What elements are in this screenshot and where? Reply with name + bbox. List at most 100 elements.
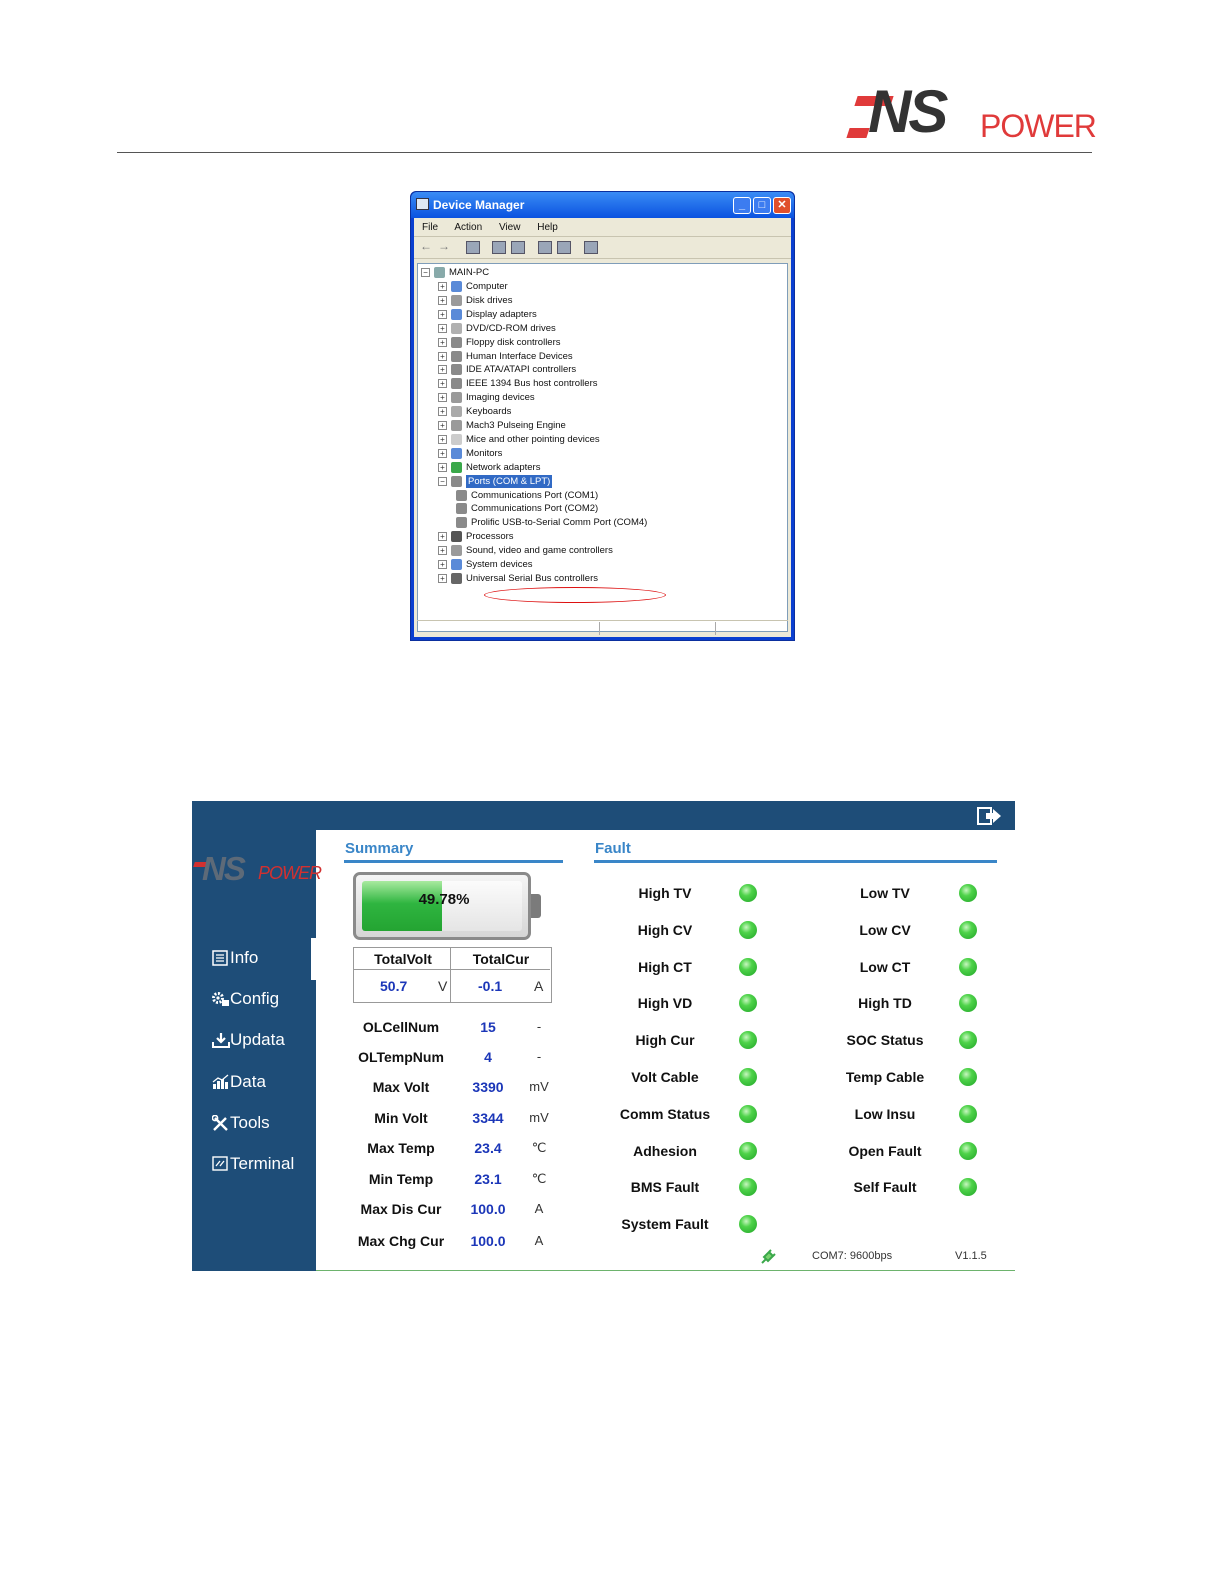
fault-label: SOC Status: [846, 1032, 924, 1049]
nav-item-label: Config: [230, 989, 280, 1008]
expand-icon[interactable]: +: [438, 532, 447, 542]
collapse-icon[interactable]: −: [438, 476, 447, 486]
summary-underline: [344, 860, 563, 863]
fault-indicator: Low Insu: [815, 1103, 985, 1125]
tree-item-label: DVD/CD-ROM drives: [466, 322, 556, 334]
close-button[interactable]: ✕: [773, 197, 791, 214]
status-bar: [417, 620, 788, 635]
device-icon: [456, 489, 467, 501]
exit-icon[interactable]: [977, 806, 1003, 826]
summary-row: OLCellNum 15 -: [347, 1017, 567, 1037]
status-led-icon: [739, 994, 757, 1013]
summary-label: Max Chg Cur: [357, 1233, 445, 1249]
nav-item-updata[interactable]: Updata: [210, 1027, 316, 1053]
summary-unit: ℃: [531, 1171, 547, 1186]
total-cur-value: -0.1: [478, 978, 503, 994]
nav-item-label: Data: [230, 1072, 266, 1091]
nav-item-label: Terminal: [230, 1154, 295, 1173]
back-arrow-icon[interactable]: ←: [420, 239, 432, 253]
expand-icon[interactable]: +: [438, 448, 447, 458]
logo-sub-text: POWER: [980, 108, 1097, 144]
nav-item-tools[interactable]: Tools: [210, 1110, 316, 1136]
fault-indicator: Low CV: [815, 919, 985, 941]
sidebar-logo: NS POWER: [192, 850, 322, 887]
nav-item-config[interactable]: Config: [210, 986, 316, 1012]
summary-unit: -: [536, 1049, 542, 1064]
tree-item-label: Mice and other pointing devices: [466, 433, 600, 445]
tree-item-label: Computer: [466, 281, 508, 292]
total-volt-value: 50.7: [380, 978, 408, 994]
expand-icon[interactable]: +: [438, 560, 447, 569]
tree-item-label: Processors: [466, 531, 514, 543]
status-led-icon: [959, 1141, 977, 1160]
nav-item-info[interactable]: Info: [210, 945, 316, 971]
device-manager-titlebar[interactable]: Device Manager _ □ ✕: [411, 192, 794, 218]
summary-value: 100.0: [470, 1201, 506, 1217]
properties-icon[interactable]: [492, 241, 506, 254]
maximize-button[interactable]: □: [753, 197, 771, 214]
menu-view[interactable]: View: [499, 222, 521, 233]
menu-file[interactable]: File: [422, 222, 438, 233]
fault-indicator: Volt Cable: [595, 1066, 765, 1088]
device-icon: [451, 531, 462, 543]
print-icon[interactable]: [511, 241, 525, 254]
total-cur-unit: A: [534, 978, 544, 994]
forward-arrow-icon[interactable]: →: [438, 239, 450, 253]
device-icon: [451, 308, 462, 320]
device-icon: [451, 420, 462, 431]
menu-action[interactable]: Action: [454, 222, 482, 233]
total-table: TotalVolt TotalCur 50.7 V -0.1 A: [353, 947, 552, 1003]
fault-indicator: System Fault: [595, 1213, 765, 1235]
device-icon: [451, 322, 462, 334]
menu-help[interactable]: Help: [537, 222, 558, 233]
total-volt-unit: V: [438, 978, 448, 994]
device-manager-title: Device Manager: [433, 198, 525, 212]
summary-row: Max Dis Cur 100.0 A: [347, 1199, 567, 1219]
summary-row: Max Temp 23.4 ℃: [347, 1138, 567, 1158]
fault-label: High Cur: [635, 1032, 695, 1049]
total-volt-header: TotalVolt: [354, 948, 452, 970]
expand-icon[interactable]: +: [438, 407, 447, 417]
nav-item-label: Tools: [230, 1113, 270, 1132]
scan-hardware-icon[interactable]: [584, 241, 598, 254]
tree-item-label: Disk drives: [466, 294, 513, 306]
sidebar-logo-main: NS: [202, 850, 246, 887]
help-icon[interactable]: [538, 241, 552, 254]
fault-indicator: Low CT: [815, 956, 985, 978]
summary-value: 4: [484, 1049, 492, 1065]
tree-item-label: Imaging devices: [466, 392, 535, 404]
fault-label: Low Insu: [854, 1105, 916, 1122]
expand-icon[interactable]: +: [438, 351, 447, 361]
expand-icon[interactable]: +: [438, 323, 447, 333]
nav-item-terminal[interactable]: Terminal: [210, 1151, 316, 1177]
expand-icon[interactable]: +: [438, 462, 447, 472]
view-icon[interactable]: [557, 241, 571, 254]
expand-icon[interactable]: +: [438, 337, 447, 347]
device-icon: [451, 447, 462, 459]
connection-plug-icon: [760, 1249, 776, 1270]
battery-gauge: 49.78%: [353, 872, 541, 940]
device-icon: [451, 475, 462, 487]
expand-icon[interactable]: +: [438, 282, 447, 291]
device-icon: [451, 559, 462, 570]
status-led-icon: [959, 920, 977, 939]
summary-row: Min Temp 23.1 ℃: [347, 1169, 567, 1189]
summary-title: Summary: [345, 840, 414, 857]
expand-icon[interactable]: +: [438, 434, 447, 444]
expand-icon[interactable]: +: [438, 295, 447, 305]
fault-indicator: SOC Status: [815, 1029, 985, 1051]
expand-icon[interactable]: +: [438, 309, 447, 319]
expand-icon[interactable]: +: [438, 421, 447, 430]
expand-icon[interactable]: +: [438, 379, 447, 389]
expand-icon[interactable]: +: [438, 546, 447, 556]
summary-value: 15: [480, 1019, 496, 1035]
minimize-button[interactable]: _: [733, 197, 751, 214]
expand-icon[interactable]: +: [438, 573, 447, 583]
collapse-icon[interactable]: −: [421, 268, 430, 277]
fault-indicator: Self Fault: [815, 1176, 985, 1198]
expand-icon[interactable]: +: [438, 393, 447, 403]
nav-item-data[interactable]: Data: [210, 1069, 316, 1095]
show-hide-tree-icon[interactable]: [466, 241, 480, 254]
highlight-circle: [484, 587, 666, 603]
expand-icon[interactable]: +: [438, 365, 447, 375]
